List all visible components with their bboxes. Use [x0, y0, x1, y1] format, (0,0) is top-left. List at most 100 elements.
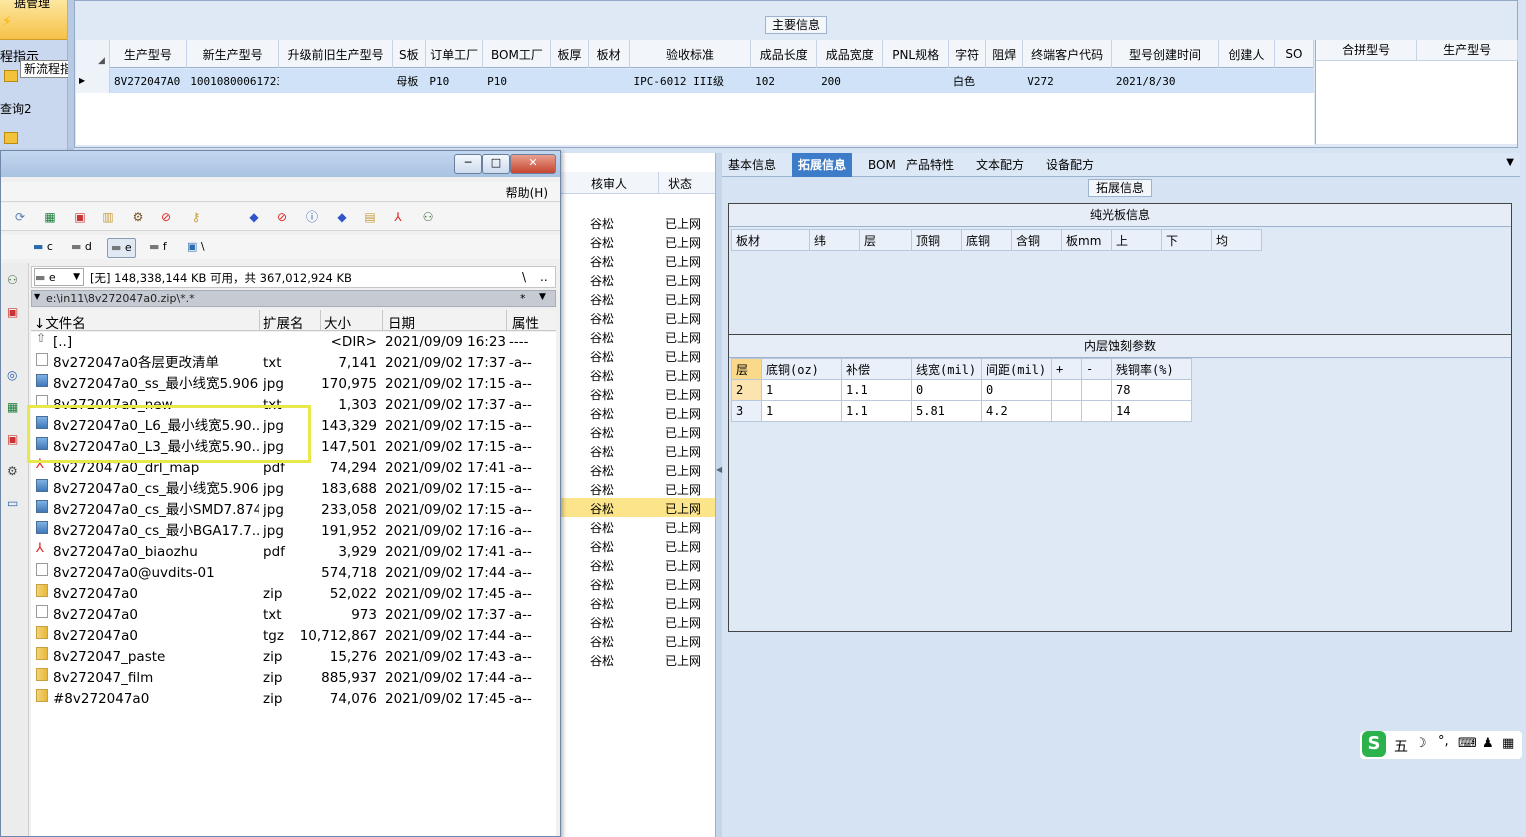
inner-etch-cell[interactable]: 14 — [1111, 400, 1192, 422]
review-list-row[interactable]: 谷松 已上网 — [561, 232, 716, 251]
review-list-row[interactable]: 谷松 已上网 — [561, 403, 716, 422]
path-history-icon[interactable]: ▼ — [34, 292, 40, 301]
nav-item-query-label[interactable]: 查询2 — [0, 100, 32, 117]
main-col-header[interactable]: BOM工厂 — [482, 40, 552, 68]
main-col-header[interactable]: 型号创建时间 — [1111, 40, 1220, 68]
parent-button[interactable]: .. — [540, 270, 548, 284]
drive-c-button[interactable]: ▬ c — [33, 238, 53, 256]
inner-etch-cell[interactable] — [1051, 400, 1082, 422]
inner-etch-cell[interactable]: 1.1 — [841, 379, 912, 401]
file-row[interactable]: 8v272047a0_cs_最小SMD7.874 jpg 233,058 2021/0… — [31, 500, 556, 521]
file-manager-titlebar[interactable]: ─ □ ✕ — [1, 151, 560, 177]
inner-etch-cell[interactable] — [1081, 400, 1112, 422]
inner-etch-cell[interactable]: 78 — [1111, 379, 1192, 401]
file-row[interactable]: 8v272047a0 txt 973 2021/09/02 17:37 -a-- — [31, 605, 556, 626]
inner-etch-cell[interactable]: 3 — [731, 400, 762, 422]
tab-2[interactable]: BOM — [862, 153, 902, 177]
main-col-header[interactable]: 新生产型号 — [186, 40, 280, 68]
main-col-header[interactable]: 板厚 — [550, 40, 589, 68]
punctuation-icon[interactable]: °, — [1438, 734, 1449, 749]
inner-etch-col[interactable]: 间距(mil) — [981, 358, 1052, 380]
review-list-row[interactable]: 谷松 已上网 — [561, 384, 716, 403]
ime-mode[interactable]: 五 — [1394, 736, 1408, 756]
main-cell[interactable]: IPC-6012 III级 — [629, 69, 751, 93]
file-row[interactable]: 8v272047_paste zip 15,276 2021/09/02 17:43-… — [31, 647, 556, 668]
plain-board-col[interactable]: 底铜 — [961, 229, 1012, 251]
review-list-row[interactable]: 谷松 已上网 — [561, 327, 716, 346]
main-col-header[interactable]: 订单工厂 — [425, 40, 484, 68]
plain-board-col[interactable]: 层 — [859, 229, 912, 251]
inner-etch-cell[interactable]: 5.81 — [911, 400, 982, 422]
inner-etch-col[interactable]: 层 — [731, 358, 762, 380]
tab-1[interactable]: 拓展信息 — [792, 153, 853, 177]
file-row[interactable]: ⅄ 8v272047a0_biaozhu pdf 3,929 2021/09/02 17… — [31, 542, 556, 563]
main-cell[interactable]: 2021/8/30 — [1112, 69, 1219, 93]
review-list-row[interactable]: 谷松 已上网 — [561, 213, 716, 232]
inner-etch-cell[interactable]: 0 — [981, 379, 1052, 401]
tab-0[interactable]: 基本信息 — [722, 153, 782, 177]
inner-etch-cell[interactable]: 0 — [911, 379, 982, 401]
maximize-button[interactable]: □ — [482, 154, 510, 174]
review-list-row[interactable]: 谷松 已上网 — [561, 536, 716, 555]
main-cell[interactable] — [588, 69, 629, 93]
user-icon[interactable]: ♟ — [1482, 736, 1494, 751]
review-list-row[interactable]: 谷松 已上网 — [561, 251, 716, 270]
inner-etch-row[interactable]: 3 1 1.1 5.81 4.2 14 — [731, 400, 1192, 422]
file-row[interactable]: 8v272047a0_cs_最小线宽5.906 jpg 183,688 2021/09… — [31, 479, 556, 500]
col-status[interactable]: 状态 — [668, 175, 692, 192]
main-col-header[interactable]: 成品长度 — [750, 40, 818, 68]
review-list-row[interactable]: 谷松 已上网 — [561, 612, 716, 631]
col-attributes[interactable]: 属性 — [512, 312, 539, 332]
file-row[interactable]: 8v272047_film zip 885,937 2021/09/02 17:44-… — [31, 668, 556, 689]
main-cell[interactable]: P10 — [483, 69, 551, 93]
search-folder-icon[interactable]: ▤ — [363, 210, 377, 224]
tab-4[interactable]: 文本配方 — [970, 153, 1030, 177]
col-size[interactable]: 大小 — [324, 312, 351, 332]
main-cell[interactable]: 白色 — [949, 69, 986, 93]
pack-icon[interactable]: ▣ — [7, 305, 18, 319]
inner-etch-cell[interactable]: 2 — [731, 379, 762, 401]
network-icon[interactable]: ⚇ — [421, 210, 435, 224]
review-list-row[interactable]: 谷松 已上网 — [561, 517, 716, 536]
review-list-row[interactable]: 谷松 已上网 — [561, 441, 716, 460]
col-filename[interactable]: ↓文件名 — [34, 312, 86, 332]
review-list-row[interactable]: 谷松 已上网 — [561, 593, 716, 612]
main-cell[interactable] — [1219, 69, 1275, 93]
pdf-icon[interactable]: ⅄ — [391, 210, 405, 224]
inner-etch-cell[interactable]: 1 — [761, 379, 842, 401]
excel-icon[interactable]: ▦ — [43, 210, 57, 224]
sync-icon[interactable]: ◎ — [7, 368, 17, 382]
review-list-row[interactable]: 谷松 已上网 — [561, 365, 716, 384]
pack-icon[interactable]: ▣ — [73, 210, 87, 224]
review-list-row[interactable]: 谷松 已上网 — [561, 289, 716, 308]
plain-board-col[interactable]: 均 — [1211, 229, 1262, 251]
main-cell[interactable]: 母板 — [392, 69, 425, 93]
inner-etch-col[interactable]: 残铜率(%) — [1111, 358, 1192, 380]
main-cell[interactable] — [883, 69, 949, 93]
drive-d-button[interactable]: ▬ d — [71, 238, 92, 256]
file-row[interactable]: 8v272047a0_ss_最小线宽5.906 jpg 170,975 2021/09… — [31, 374, 556, 395]
review-list-row[interactable]: 谷松 已上网 — [561, 422, 716, 441]
keyboard-icon[interactable]: ⌨ — [1458, 736, 1477, 751]
minimize-button[interactable]: ─ — [454, 154, 482, 174]
menu-help[interactable]: 帮助(H) — [506, 184, 548, 201]
review-list-row[interactable]: 谷松 已上网 — [561, 460, 716, 479]
drive-f-button[interactable]: ▬ f — [149, 238, 167, 256]
info-icon[interactable]: ⓘ — [305, 210, 319, 224]
review-list-row[interactable]: 谷松 已上网 — [561, 631, 716, 650]
ime-logo[interactable]: S — [1362, 731, 1386, 757]
main-col-header[interactable]: SO — [1274, 40, 1315, 68]
file-row[interactable]: ⇧ [..] <DIR> 2021/09/09 16:23 ---- — [31, 332, 556, 353]
review-list-row[interactable]: 谷松 已上网 — [561, 555, 716, 574]
review-list-row[interactable]: 谷松 已上网 — [561, 498, 716, 517]
main-cell[interactable] — [986, 69, 1023, 93]
main-cell[interactable]: P10 — [425, 69, 483, 93]
grid-icon[interactable]: ▦ — [1502, 736, 1514, 751]
inner-etch-cell[interactable] — [1051, 379, 1082, 401]
inner-etch-cell[interactable]: 4.2 — [981, 400, 1052, 422]
review-list-row[interactable]: 谷松 已上网 — [561, 650, 716, 669]
main-col-header[interactable]: 板材 — [588, 40, 630, 68]
review-list-row[interactable]: 谷松 已上网 — [561, 270, 716, 289]
stop-icon[interactable]: ⊘ — [159, 210, 173, 224]
diamond-icon[interactable]: ◆ — [247, 210, 261, 224]
